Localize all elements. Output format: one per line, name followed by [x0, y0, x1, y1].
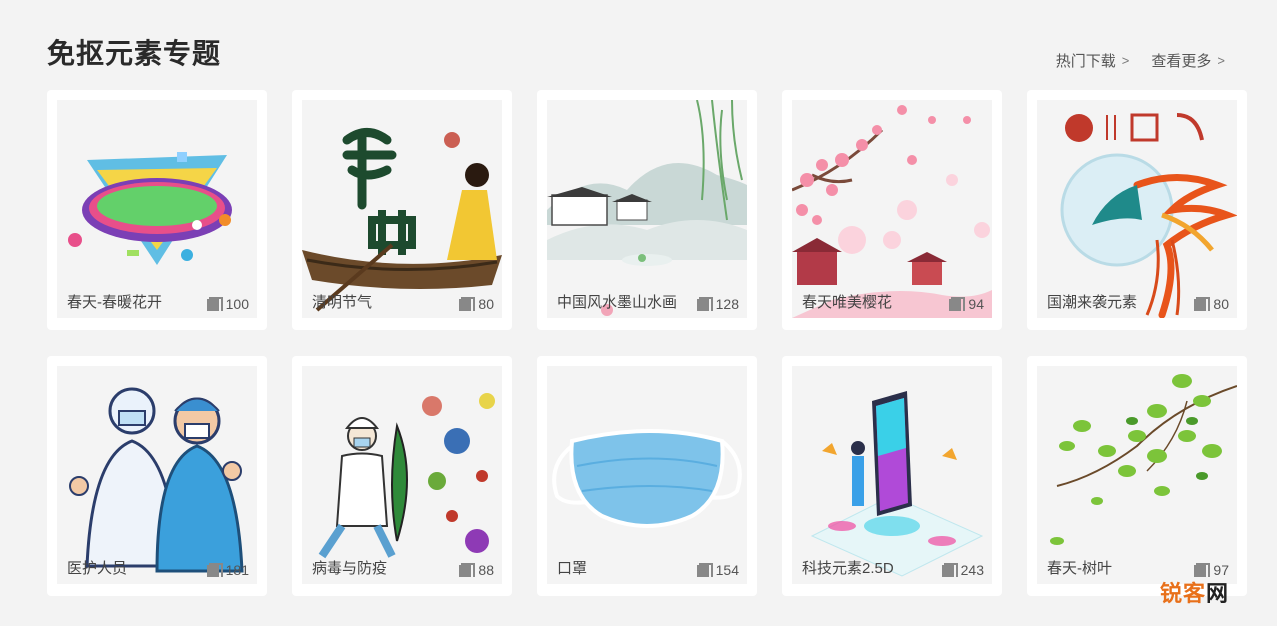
- card-caption: 病毒与防疫 88: [312, 557, 494, 578]
- topic-name: 病毒与防疫: [312, 560, 388, 577]
- card-caption: 中国风水墨山水画 128: [557, 291, 739, 312]
- topic-card[interactable]: 国潮来袭元素 80: [1027, 90, 1247, 330]
- count-value: 80: [1213, 296, 1229, 312]
- count-value: 128: [715, 296, 739, 312]
- view-more-link[interactable]: 查看更多 >: [1151, 50, 1225, 71]
- topic-count: 154: [696, 562, 739, 578]
- card-caption: 科技元素2.5D 243: [802, 557, 984, 578]
- card-caption: 口罩 154: [557, 557, 739, 578]
- spring-text-art-icon: [68, 152, 232, 265]
- face-mask-art-icon: [552, 429, 742, 528]
- count-value: 181: [225, 562, 249, 578]
- topic-card[interactable]: 科技元素2.5D 243: [782, 356, 1002, 596]
- copy-icon: [206, 563, 223, 577]
- topic-grid: 春天-春暖花开 100 清明节气 80 中国风水墨山水画 128 春天唯美樱花 …: [47, 90, 1247, 596]
- cherry-blossom-art-thumbnail: [792, 100, 992, 318]
- topic-card[interactable]: 清明节气 80: [292, 90, 512, 330]
- topic-count: 100: [206, 296, 249, 312]
- topic-name: 医护人员: [67, 560, 128, 577]
- card-caption: 春天-春暖花开 100: [67, 291, 249, 312]
- copy-icon: [206, 297, 223, 311]
- count-value: 80: [478, 296, 494, 312]
- spring-text-art-thumbnail: [57, 100, 257, 318]
- copy-icon: [1194, 563, 1211, 577]
- count-value: 100: [225, 296, 249, 312]
- topic-card[interactable]: 春天唯美樱花 94: [782, 90, 1002, 330]
- cherry-blossom-art-icon: [792, 105, 992, 318]
- topic-name: 春天唯美樱花: [802, 294, 893, 311]
- topic-card[interactable]: 口罩 154: [537, 356, 757, 596]
- hot-downloads-label: 热门下载: [1055, 53, 1116, 70]
- medical-staff-art-icon: [69, 387, 244, 573]
- copy-icon: [1194, 297, 1211, 311]
- card-caption: 医护人员 181: [67, 557, 249, 578]
- topic-card[interactable]: 中国风水墨山水画 128: [537, 90, 757, 330]
- ink-landscape-art-thumbnail: [547, 100, 747, 318]
- green-leaves-art-thumbnail: [1037, 366, 1237, 584]
- medical-staff-art-thumbnail: [57, 366, 257, 584]
- topic-name: 春天-树叶: [1047, 560, 1112, 577]
- topic-count: 80: [459, 296, 494, 312]
- topic-name: 春天-春暖花开: [67, 294, 162, 311]
- tech-isometric-art-icon: [810, 391, 984, 577]
- chevron-right-icon: >: [1217, 53, 1225, 68]
- count-value: 94: [968, 296, 984, 312]
- topic-count: 88: [459, 562, 494, 578]
- virus-defense-art-thumbnail: [302, 366, 502, 584]
- topic-count: 94: [949, 296, 984, 312]
- header-links: 热门下载 > 查看更多 >: [1056, 50, 1225, 71]
- face-mask-art-thumbnail: [547, 366, 747, 584]
- phoenix-art-thumbnail: [1037, 100, 1237, 318]
- count-value: 243: [960, 562, 984, 578]
- copy-icon: [459, 297, 476, 311]
- topic-name: 科技元素2.5D: [802, 560, 894, 577]
- topic-count: 181: [206, 562, 249, 578]
- copy-icon: [696, 563, 713, 577]
- hot-downloads-link[interactable]: 热门下载 >: [1056, 50, 1130, 71]
- card-caption: 清明节气 80: [312, 291, 494, 312]
- topic-name: 清明节气: [312, 294, 373, 311]
- topic-name: 口罩: [557, 560, 588, 577]
- view-more-label: 查看更多: [1151, 53, 1212, 70]
- section-title: 免抠元素专题: [47, 38, 222, 69]
- topic-card[interactable]: 春天-春暖花开 100: [47, 90, 267, 330]
- green-leaves-art-icon: [1050, 374, 1237, 545]
- topic-count: 80: [1194, 296, 1229, 312]
- copy-icon: [949, 297, 966, 311]
- copy-icon: [459, 563, 476, 577]
- topic-card[interactable]: 春天-树叶 97: [1027, 356, 1247, 596]
- tech-isometric-art-thumbnail: [792, 366, 992, 584]
- site-watermark-logo: 锐客网: [1159, 581, 1229, 606]
- copy-icon: [696, 297, 713, 311]
- card-caption: 春天-树叶 97: [1047, 557, 1229, 578]
- copy-icon: [941, 563, 958, 577]
- virus-defense-art-icon: [318, 393, 495, 559]
- topic-count: 128: [696, 296, 739, 312]
- ink-landscape-art-icon: [547, 100, 747, 316]
- card-caption: 国潮来袭元素 80: [1047, 291, 1229, 312]
- count-value: 88: [478, 562, 494, 578]
- topic-card[interactable]: 医护人员 181: [47, 356, 267, 596]
- chevron-right-icon: >: [1121, 53, 1130, 68]
- qingming-boat-art-icon: [302, 128, 502, 312]
- qingming-boat-art-thumbnail: [302, 100, 502, 318]
- topic-card[interactable]: 病毒与防疫 88: [292, 356, 512, 596]
- card-caption: 春天唯美樱花 94: [802, 291, 984, 312]
- topic-count: 243: [941, 562, 984, 578]
- topic-name: 中国风水墨山水画: [557, 294, 678, 311]
- topic-name: 国潮来袭元素: [1047, 294, 1138, 311]
- phoenix-art-icon: [1060, 113, 1237, 318]
- count-value: 154: [715, 562, 739, 578]
